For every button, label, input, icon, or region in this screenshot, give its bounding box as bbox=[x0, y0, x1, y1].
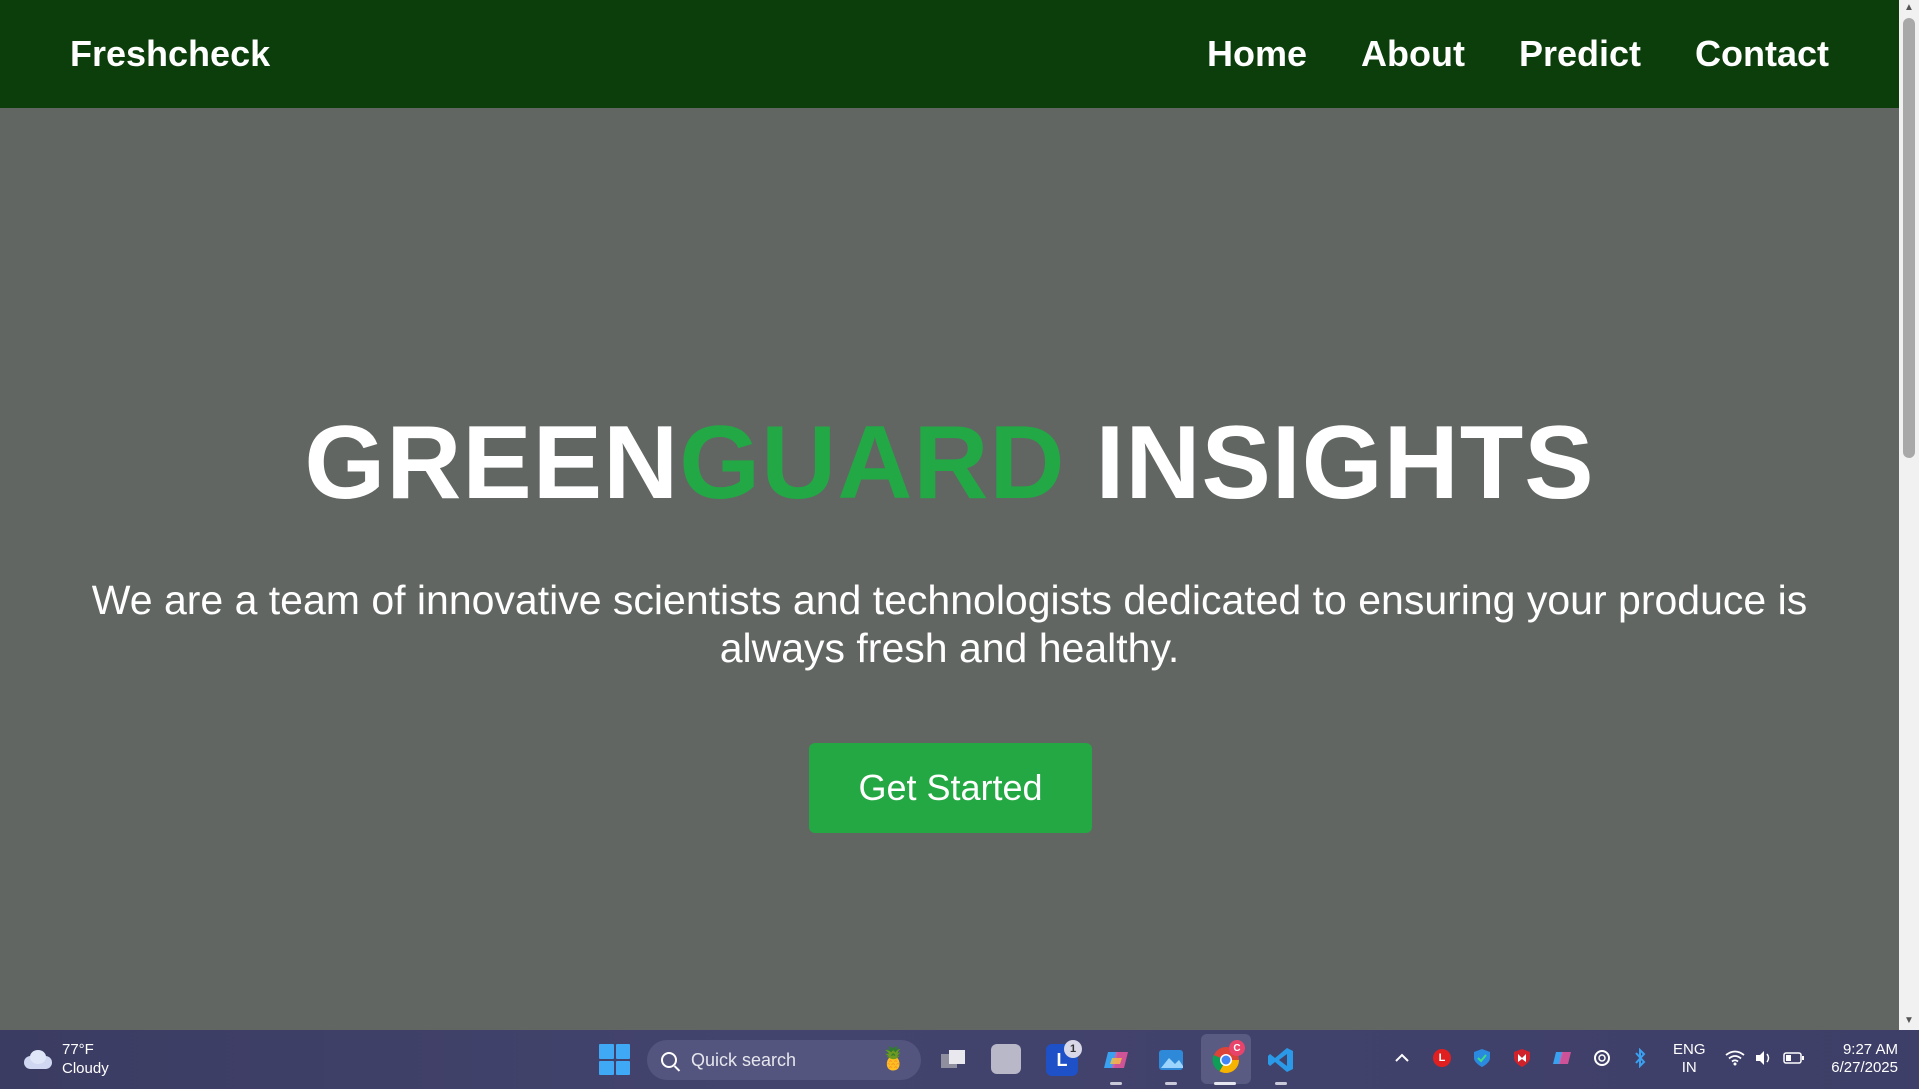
search-highlight-icon: 🍍 bbox=[879, 1046, 907, 1071]
volume-icon[interactable] bbox=[1752, 1044, 1776, 1072]
hero-title: GREENGUARD INSIGHTS bbox=[0, 411, 1899, 515]
hero-title-accent: GUARD bbox=[679, 405, 1066, 521]
language-code: ENG bbox=[1673, 1041, 1706, 1058]
get-started-button[interactable]: Get Started bbox=[809, 743, 1092, 833]
nav-contact[interactable]: Contact bbox=[1695, 33, 1829, 75]
chatgpt-icon[interactable] bbox=[1590, 1044, 1614, 1072]
widgets-app-icon[interactable] bbox=[991, 1044, 1021, 1074]
task-view-icon[interactable] bbox=[937, 1044, 969, 1076]
scroll-up-icon[interactable]: ▲ bbox=[1903, 2, 1915, 14]
cloud-icon bbox=[22, 1048, 54, 1070]
scroll-down-icon[interactable]: ▼ bbox=[1903, 1015, 1915, 1027]
hero-subtitle: We are a team of innovative scientists a… bbox=[91, 577, 1808, 671]
system-clock[interactable]: 9:27 AM 6/27/2025 bbox=[1818, 1041, 1898, 1077]
taskbar: 77°F Cloudy Quick search 🍍 L 1 C L ENG I… bbox=[0, 1030, 1919, 1089]
browser-viewport: Freshcheck Home About Predict Contact GR… bbox=[0, 0, 1899, 1030]
navbar: Freshcheck Home About Predict Contact bbox=[0, 0, 1899, 108]
bluetooth-icon[interactable] bbox=[1628, 1044, 1652, 1072]
brand-logo[interactable]: Freshcheck bbox=[70, 33, 270, 75]
chrome-profile-badge: C bbox=[1229, 1040, 1245, 1056]
windows-start-icon[interactable] bbox=[599, 1044, 630, 1075]
mcafee-icon[interactable] bbox=[1510, 1044, 1534, 1072]
copilot-icon[interactable] bbox=[1100, 1044, 1132, 1076]
weather-widget[interactable]: 77°F Cloudy bbox=[22, 1040, 109, 1078]
hero-title-part2: INSIGHTS bbox=[1065, 405, 1595, 521]
region-code: IN bbox=[1681, 1059, 1697, 1076]
weather-temp: 77°F bbox=[62, 1041, 94, 1058]
hero-section: GREENGUARD INSIGHTS We are a team of inn… bbox=[0, 108, 1899, 1030]
clock-time: 9:27 AM bbox=[1842, 1041, 1898, 1058]
vertical-scrollbar[interactable]: ▲ ▼ bbox=[1899, 0, 1919, 1030]
notification-badge: 1 bbox=[1064, 1040, 1082, 1058]
vscode-icon[interactable] bbox=[1265, 1044, 1297, 1076]
nav-home[interactable]: Home bbox=[1207, 33, 1307, 75]
nav-predict[interactable]: Predict bbox=[1519, 33, 1641, 75]
security-shield-icon[interactable] bbox=[1470, 1044, 1494, 1072]
wifi-icon[interactable] bbox=[1723, 1044, 1747, 1072]
battery-icon[interactable] bbox=[1782, 1044, 1806, 1072]
chevron-up-icon[interactable] bbox=[1390, 1044, 1414, 1072]
copilot-tray-icon[interactable] bbox=[1550, 1044, 1574, 1072]
scroll-thumb[interactable] bbox=[1903, 18, 1915, 458]
search-placeholder: Quick search bbox=[691, 1049, 797, 1070]
l-tray-icon[interactable]: L bbox=[1430, 1044, 1454, 1072]
hero-title-part1: GREEN bbox=[304, 405, 680, 521]
nav-about[interactable]: About bbox=[1361, 33, 1465, 75]
language-indicator[interactable]: ENG IN bbox=[1673, 1041, 1706, 1077]
taskbar-search[interactable]: Quick search 🍍 bbox=[647, 1040, 921, 1080]
photos-icon[interactable] bbox=[1155, 1044, 1187, 1076]
search-icon bbox=[661, 1052, 677, 1068]
nav-links: Home About Predict Contact bbox=[1207, 33, 1829, 75]
weather-desc: Cloudy bbox=[62, 1060, 109, 1077]
clock-date: 6/27/2025 bbox=[1831, 1059, 1898, 1076]
